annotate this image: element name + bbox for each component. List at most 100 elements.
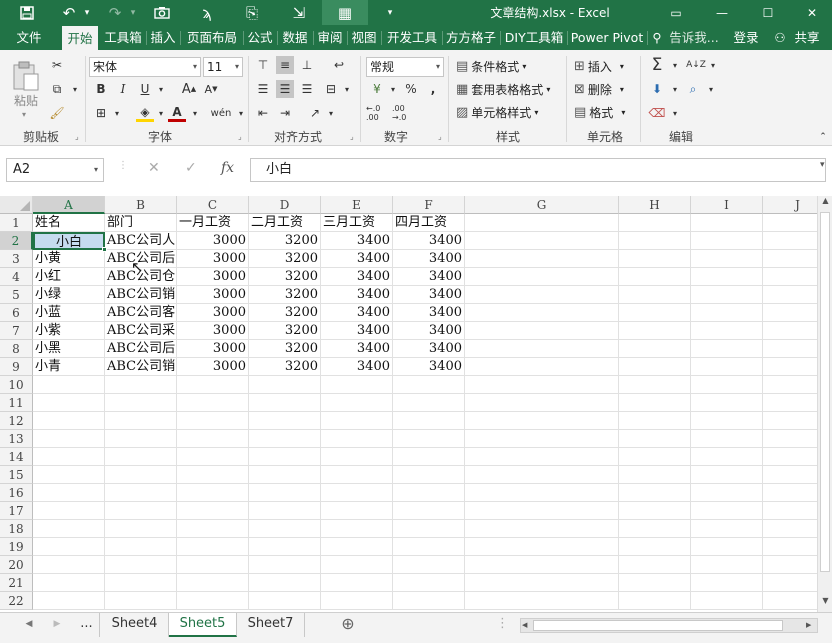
cell-c5[interactable]: 3000	[177, 286, 249, 304]
fill-dropdown-icon[interactable]: ▾	[666, 80, 684, 98]
cell-c22[interactable]	[177, 592, 249, 610]
tab-insert[interactable]: 插入	[147, 25, 179, 50]
number-launcher-icon[interactable]: ⌟	[438, 132, 442, 141]
cell-d22[interactable]	[249, 592, 321, 610]
tab-diy-toolbox[interactable]: DIY工具箱	[501, 25, 567, 50]
cell-b6[interactable]: ABC公司客	[105, 304, 177, 322]
font-launcher-icon[interactable]: ⌟	[238, 132, 242, 141]
scroll-down-icon[interactable]: ▼	[819, 596, 832, 610]
column-header-f[interactable]: F	[393, 196, 465, 214]
cell-d11[interactable]	[249, 394, 321, 412]
font-color-icon[interactable]: A	[168, 104, 186, 122]
person-icon[interactable]: ⚇	[772, 25, 788, 50]
cancel-icon[interactable]: ✕	[148, 160, 160, 176]
cell-e7[interactable]: 3400	[321, 322, 393, 340]
align-right-icon[interactable]: ☰	[298, 80, 316, 98]
autosum-dropdown-icon[interactable]: ▾	[666, 56, 684, 74]
undo-dropdown-icon[interactable]: ▾	[80, 0, 94, 25]
tab-split-handle[interactable]: ⋮	[496, 613, 509, 637]
cell-i15[interactable]	[691, 466, 763, 484]
cell-h6[interactable]	[619, 304, 691, 322]
font-size-combo[interactable]: 11 ▾	[203, 57, 243, 77]
cell-f11[interactable]	[393, 394, 465, 412]
row-header-6[interactable]: 6	[0, 304, 33, 322]
cell-a18[interactable]	[33, 520, 105, 538]
cell-d8[interactable]: 3200	[249, 340, 321, 358]
save-icon[interactable]	[14, 0, 40, 25]
row-header-11[interactable]: 11	[0, 394, 33, 412]
selected-cell[interactable]: 小白	[33, 232, 105, 250]
cell-i14[interactable]	[691, 448, 763, 466]
cell-e17[interactable]	[321, 502, 393, 520]
scroll-right-icon[interactable]: ▶	[806, 619, 816, 632]
cell-e21[interactable]	[321, 574, 393, 592]
autosum-icon[interactable]: Σ	[648, 55, 666, 75]
minimize-button[interactable]: —	[704, 0, 740, 25]
next-sheet-icon[interactable]: ▶	[46, 613, 68, 637]
format-painter-icon[interactable]: 🖌	[48, 104, 66, 122]
currency-dropdown-icon[interactable]: ▾	[384, 80, 402, 98]
cell-g20[interactable]	[465, 556, 619, 574]
cell-e1[interactable]: 三月工资	[321, 214, 393, 232]
cell-e19[interactable]	[321, 538, 393, 556]
grow-font-button[interactable]: A ▲	[180, 80, 198, 98]
cell-d7[interactable]: 3200	[249, 322, 321, 340]
horizontal-scroll-thumb[interactable]	[533, 620, 783, 631]
cell-i6[interactable]	[691, 304, 763, 322]
cell-g3[interactable]	[465, 250, 619, 268]
cell-g11[interactable]	[465, 394, 619, 412]
cut-icon[interactable]: ✂	[48, 56, 66, 74]
row-header-1[interactable]: 1	[0, 214, 33, 232]
cell-c18[interactable]	[177, 520, 249, 538]
redo-dropdown-icon[interactable]: ▾	[126, 0, 140, 25]
name-box[interactable]: A2 ▾	[6, 158, 104, 182]
more-sheets-button[interactable]: ...	[74, 613, 100, 637]
cell-g18[interactable]	[465, 520, 619, 538]
tab-data[interactable]: 数据	[278, 25, 312, 50]
alignment-launcher-icon[interactable]: ⌟	[350, 132, 354, 141]
cell-a22[interactable]	[33, 592, 105, 610]
tab-toolbox[interactable]: 工具箱	[100, 25, 146, 50]
cell-h1[interactable]	[619, 214, 691, 232]
cell-f14[interactable]	[393, 448, 465, 466]
cell-c10[interactable]	[177, 376, 249, 394]
cell-c11[interactable]	[177, 394, 249, 412]
format-cells-button[interactable]: ▤ 格式 ▾	[574, 104, 625, 121]
conditional-formatting-button[interactable]: ▤ 条件格式 ▾	[456, 58, 526, 75]
cell-h5[interactable]	[619, 286, 691, 304]
row-header-4[interactable]: 4	[0, 268, 33, 286]
copy-icon[interactable]: ⧉	[48, 80, 66, 98]
maximize-button[interactable]: ☐	[750, 0, 786, 25]
cell-i9[interactable]	[691, 358, 763, 376]
tab-file[interactable]: 文件	[4, 25, 54, 50]
insert-function-icon[interactable]: fx	[221, 160, 234, 176]
cell-f10[interactable]	[393, 376, 465, 394]
cell-a21[interactable]	[33, 574, 105, 592]
cell-a5[interactable]: 小绿	[33, 286, 105, 304]
cell-e22[interactable]	[321, 592, 393, 610]
cell-styles-button[interactable]: ▨ 单元格样式 ▾	[456, 104, 538, 121]
cell-g8[interactable]	[465, 340, 619, 358]
format-painter-icon[interactable]: ϡ	[196, 0, 218, 25]
cell-d10[interactable]	[249, 376, 321, 394]
lightbulb-icon[interactable]: ⚲	[650, 25, 664, 50]
scroll-up-icon[interactable]: ▲	[819, 196, 832, 210]
cell-c8[interactable]: 3000	[177, 340, 249, 358]
cell-c1[interactable]: 一月工资	[177, 214, 249, 232]
cell-g15[interactable]	[465, 466, 619, 484]
prev-sheet-icon[interactable]: ◀	[18, 613, 40, 637]
row-header-22[interactable]: 22	[0, 592, 33, 610]
cell-h17[interactable]	[619, 502, 691, 520]
cell-d5[interactable]: 3200	[249, 286, 321, 304]
row-header-8[interactable]: 8	[0, 340, 33, 358]
cell-f9[interactable]: 3400	[393, 358, 465, 376]
table-icon[interactable]: ▦	[322, 0, 368, 25]
row-header-20[interactable]: 20	[0, 556, 33, 574]
cell-e16[interactable]	[321, 484, 393, 502]
undo-icon[interactable]: ↶	[58, 0, 80, 25]
cell-f12[interactable]	[393, 412, 465, 430]
font-name-combo[interactable]: 宋体 ▾	[89, 57, 201, 77]
cell-f5[interactable]: 3400	[393, 286, 465, 304]
cell-d3[interactable]: 3200	[249, 250, 321, 268]
cell-b5[interactable]: ABC公司销	[105, 286, 177, 304]
